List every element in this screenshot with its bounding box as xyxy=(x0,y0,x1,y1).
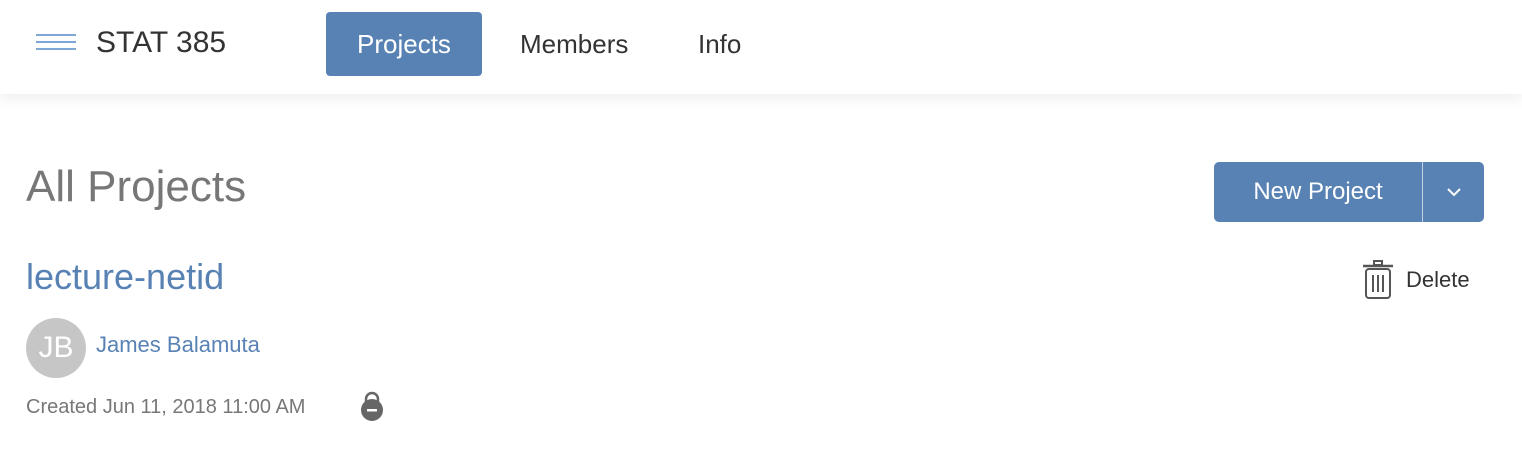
delete-button[interactable]: Delete xyxy=(1362,260,1470,300)
created-timestamp: Created Jun 11, 2018 11:00 AM xyxy=(26,396,306,418)
hamburger-icon[interactable] xyxy=(36,34,76,52)
owner-link[interactable]: James Balamuta xyxy=(96,332,260,358)
top-nav: STAT 385 Projects Members Info xyxy=(0,0,1522,94)
project-link[interactable]: lecture-netid xyxy=(26,256,224,298)
course-title: STAT 385 xyxy=(96,26,227,59)
trash-icon xyxy=(1363,260,1393,299)
tab-projects[interactable]: Projects xyxy=(326,12,482,76)
chevron-down-icon[interactable] xyxy=(1423,162,1484,222)
lock-icon xyxy=(361,391,383,421)
new-project-button[interactable]: New Project xyxy=(1214,162,1422,222)
tab-info[interactable]: Info xyxy=(667,12,772,76)
new-project-split-button: New Project xyxy=(1214,162,1484,222)
page-title: All Projects xyxy=(26,162,247,211)
tab-members[interactable]: Members xyxy=(489,12,659,76)
avatar: JB xyxy=(26,318,86,378)
delete-label: Delete xyxy=(1406,267,1470,292)
